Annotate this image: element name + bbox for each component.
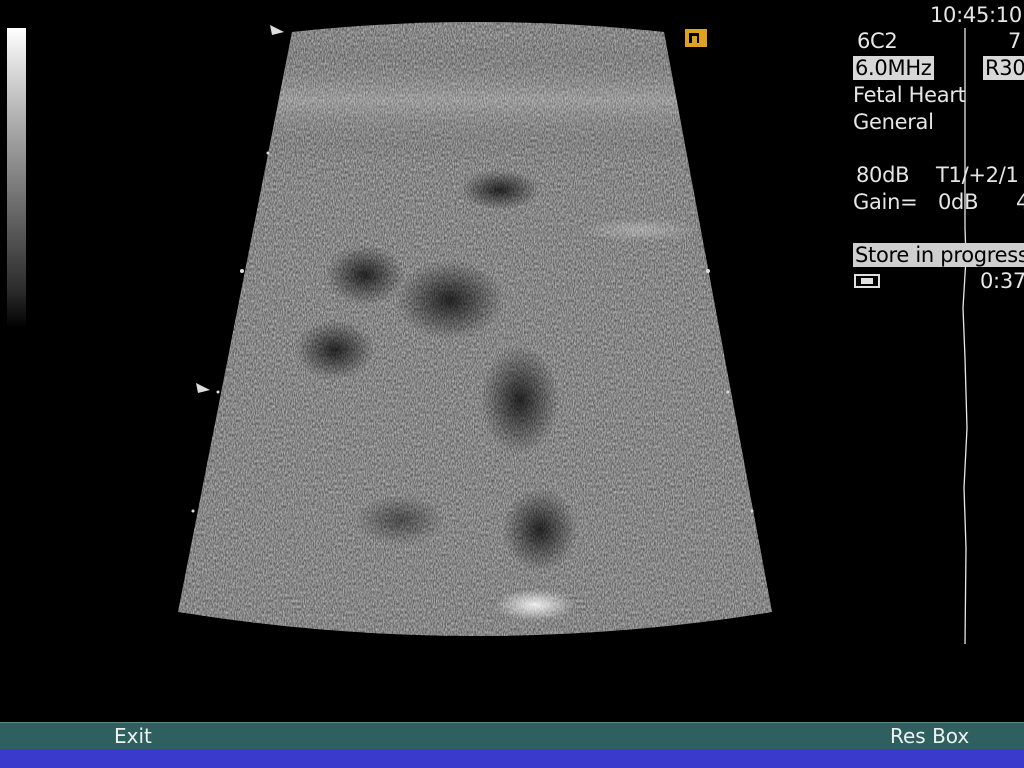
softkey-bar: Exit Res Box	[0, 722, 1024, 749]
dynamic-range: 80dB	[856, 163, 910, 187]
clock-time: 10:45:10	[930, 3, 1022, 27]
orientation-marker-icon	[685, 29, 707, 47]
tgc-setting: T1/+2/1	[936, 163, 1019, 187]
res-box-button[interactable]: Res Box	[884, 723, 975, 749]
store-status: Store in progress	[853, 243, 1024, 267]
gain-extra: 4	[1016, 190, 1024, 214]
frequency-readout: 6.0MHz	[853, 56, 934, 80]
ultrasound-screen: 10:45:10 6C2 7 6.0MHz R30 Fetal Heart Ge…	[0, 0, 1024, 768]
gain-value: 0dB	[938, 190, 979, 214]
store-elapsed-time: 0:37	[980, 269, 1024, 293]
application-preset: Fetal Heart	[853, 83, 966, 107]
tape-icon	[854, 274, 880, 288]
ultrasound-sector-image	[178, 22, 772, 636]
probe-index: 7	[1008, 29, 1022, 53]
grayscale-bar	[7, 28, 26, 328]
gain-label: Gain=	[853, 190, 918, 214]
preset-mode: General	[853, 110, 934, 134]
ecg-trace	[962, 28, 968, 644]
probe-name: 6C2	[857, 29, 898, 53]
resolution-readout: R30	[983, 56, 1024, 80]
exit-button[interactable]: Exit	[108, 723, 158, 749]
status-strip	[0, 749, 1024, 768]
